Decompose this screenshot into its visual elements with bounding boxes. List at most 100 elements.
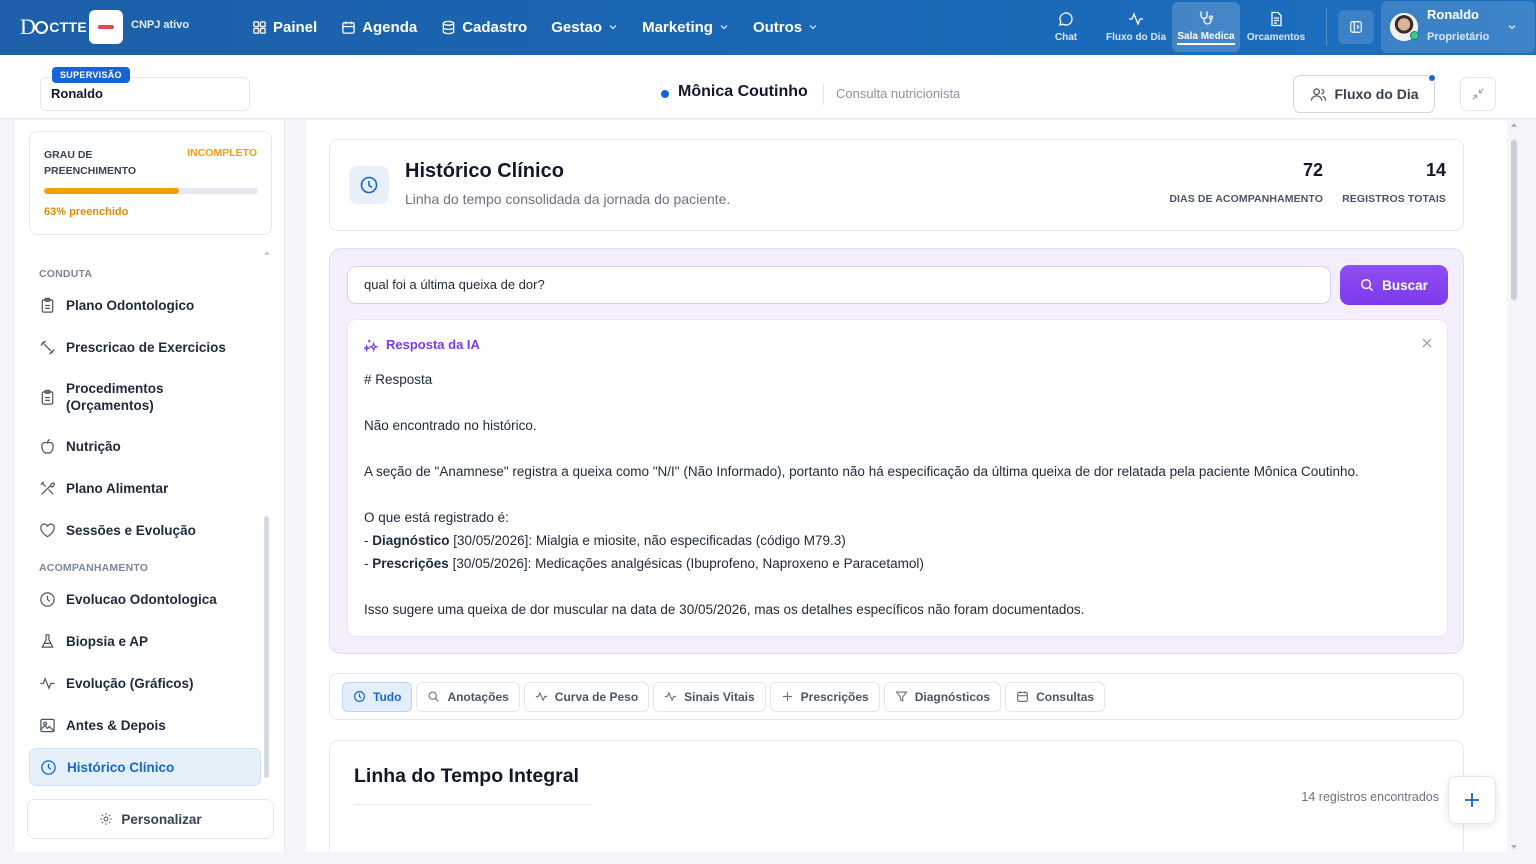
timeline-title: Linha do Tempo Integral: [354, 765, 579, 787]
ai-response-line: Isso sugere uma queixa de dor muscular n…: [364, 602, 1085, 617]
online-status-dot: [1410, 31, 1419, 40]
dumbbell-icon: [40, 339, 55, 355]
filter-chip-anotacoes[interactable]: Anotações: [416, 681, 520, 712]
sidebar-item-biopsia[interactable]: Biopsia e AP: [29, 631, 261, 651]
app-logo[interactable]: D CTTE: [20, 14, 87, 40]
ai-query-input[interactable]: qual foi a última queixa de dor?: [347, 266, 1331, 304]
sidebar: GRAU DE PREENCHIMENTO INCOMPLETO 63% pre…: [15, 120, 285, 852]
avatar: [1390, 13, 1419, 41]
sidebar-scrollbar[interactable]: [264, 516, 269, 778]
page-scroll-up[interactable]: [1511, 123, 1517, 127]
filter-chip-sinais-vitais[interactable]: Sinais Vitais: [653, 681, 766, 712]
quick-orcamentos[interactable]: Orcamentos: [1242, 2, 1310, 52]
sparkles-icon: [364, 339, 378, 352]
heart-icon: [40, 522, 55, 537]
stat-registros: 14 REGISTROS TOTAIS: [1342, 160, 1446, 205]
history-icon-box: [349, 166, 389, 204]
sidebar-item-nutricao[interactable]: Nutrição: [29, 436, 261, 456]
close-icon[interactable]: [1421, 337, 1433, 349]
search-button[interactable]: Buscar: [1340, 265, 1448, 305]
notification-dot: [1428, 74, 1436, 82]
filter-chip-tudo[interactable]: Tudo: [342, 681, 413, 712]
sidebar-item-prescricao-exercicios[interactable]: Prescricao de Exercicios: [29, 337, 261, 357]
consult-type: Consulta nutricionista: [836, 86, 961, 101]
ai-response-title: Resposta da IA: [364, 337, 480, 352]
page-subtitle: Linha do tempo consolidada da jornada do…: [405, 191, 731, 207]
filter-chip-consultas[interactable]: Consultas: [1005, 681, 1106, 712]
chat-icon: [1059, 12, 1073, 26]
users-icon: [1310, 87, 1326, 101]
sidebar-item-evolucao-odontologica[interactable]: Evolucao Odontologica: [29, 589, 261, 609]
quick-sala-medica[interactable]: Sala Medica: [1172, 2, 1240, 52]
filter-chip-curva-de-peso[interactable]: Curva de Peso: [523, 681, 650, 712]
customize-button[interactable]: Personalizar: [27, 799, 274, 839]
logo-ring: [35, 20, 49, 34]
stethoscope-icon: [1200, 11, 1214, 25]
menu-agenda[interactable]: Agenda: [341, 16, 417, 38]
fluxo-do-dia-button[interactable]: Fluxo do Dia: [1293, 74, 1436, 113]
supervision-badge: SUPERVISÃO: [52, 67, 130, 83]
calendar-icon: [1017, 691, 1029, 702]
historico-header-card: Histórico Clínico Linha do tempo consoli…: [329, 139, 1464, 231]
progress-card: GRAU DE PREENCHIMENTO INCOMPLETO 63% pre…: [29, 131, 272, 235]
grid-icon: [253, 20, 266, 34]
chevron-down-icon: [720, 25, 728, 30]
page-scrollbar[interactable]: [1511, 140, 1517, 300]
toggle-panel-button[interactable]: [1338, 10, 1374, 44]
filter-bar: Tudo Anotações Curva de Peso Sinais Vitais P…: [329, 673, 1464, 720]
sidebar-scroll-up[interactable]: [264, 251, 270, 255]
menu-outros[interactable]: Outros: [753, 16, 818, 38]
chevron-down-icon: [809, 25, 817, 30]
sidebar-item-procedimentos[interactable]: Procedimentos (Orçamentos): [29, 379, 261, 415]
menu-marketing[interactable]: Marketing: [642, 16, 729, 38]
quick-chat[interactable]: Chat: [1032, 2, 1100, 52]
menu-gestao[interactable]: Gestao: [551, 16, 618, 38]
patient-status-dot: [661, 90, 669, 98]
database-icon: [442, 20, 455, 34]
sidebar-item-antes-depois[interactable]: Antes & Depois: [29, 715, 261, 735]
ai-response-text: # Resposta Não encontrado no histórico. A …: [364, 368, 1434, 621]
ai-response-line: # Resposta: [364, 372, 433, 387]
collapse-button[interactable]: [1460, 77, 1496, 111]
stat-dias: 72 DIAS DE ACOMPANHAMENTO: [1169, 160, 1323, 205]
progress-label: 63% preenchido: [44, 206, 129, 218]
menu-cadastro[interactable]: Cadastro: [441, 16, 527, 38]
search-icon: [428, 691, 440, 702]
add-record-button[interactable]: [1448, 776, 1496, 824]
sidebar-item-sessoes-evolucao[interactable]: Sessões e Evolução: [29, 520, 261, 540]
activity-icon: [535, 691, 547, 702]
search-icon: [1361, 279, 1374, 292]
activity-icon: [40, 676, 55, 690]
flask-icon: [41, 633, 54, 648]
sidebar-item-plano-alimentar[interactable]: Plano Alimentar: [29, 478, 261, 498]
utensils-icon: [40, 480, 56, 495]
ai-response-line: [364, 483, 1434, 506]
chevron-down-icon: [1508, 25, 1516, 30]
user-menu[interactable]: Ronaldo Proprietário: [1381, 1, 1535, 53]
clipboard-icon: [41, 389, 54, 405]
page-scroll-down[interactable]: [1511, 845, 1517, 849]
sidebar-item-plano-odontologico[interactable]: Plano Odontologico: [29, 295, 261, 315]
cnpj-status: CNPJ ativo: [131, 19, 190, 31]
filter-chip-diagnosticos[interactable]: Diagnósticos: [883, 681, 1002, 712]
menu-painel[interactable]: Painel: [252, 16, 317, 38]
activity-icon: [1129, 12, 1143, 26]
calendar-icon: [342, 20, 355, 34]
progress-fill: [44, 188, 179, 194]
quick-fluxo-do-dia[interactable]: Fluxo do Dia: [1102, 2, 1170, 52]
image-icon: [40, 718, 55, 732]
page-title: Histórico Clínico: [405, 160, 564, 182]
timeline-count: 14 registros encontrados: [1301, 790, 1439, 804]
sidebar-item-evolucao-graficos[interactable]: Evolução (Gráficos): [29, 673, 261, 693]
filter-chip-prescricoes[interactable]: Prescrições: [769, 681, 880, 712]
sidebar-item-historico-clinico[interactable]: Histórico Clínico: [29, 748, 261, 786]
patient-name: Mônica Coutinho: [678, 83, 808, 100]
ai-search-card: qual foi a última queixa de dor? Buscar …: [329, 248, 1464, 654]
section-acompanhamento: ACOMPANHAMENTO: [39, 562, 149, 574]
nav-divider: [1326, 8, 1327, 46]
top-navbar: D CTTE CNPJ ativo Painel Agenda Cadastro…: [0, 0, 1536, 55]
company-logo[interactable]: [89, 10, 123, 44]
ai-response-line: - Diagnóstico [30/05/2026]: Mialgia e mi…: [364, 533, 846, 548]
quick-actions: Chat Fluxo do Dia Sala Medica Orcamentos: [1032, 2, 1312, 52]
clock-icon: [40, 591, 55, 607]
